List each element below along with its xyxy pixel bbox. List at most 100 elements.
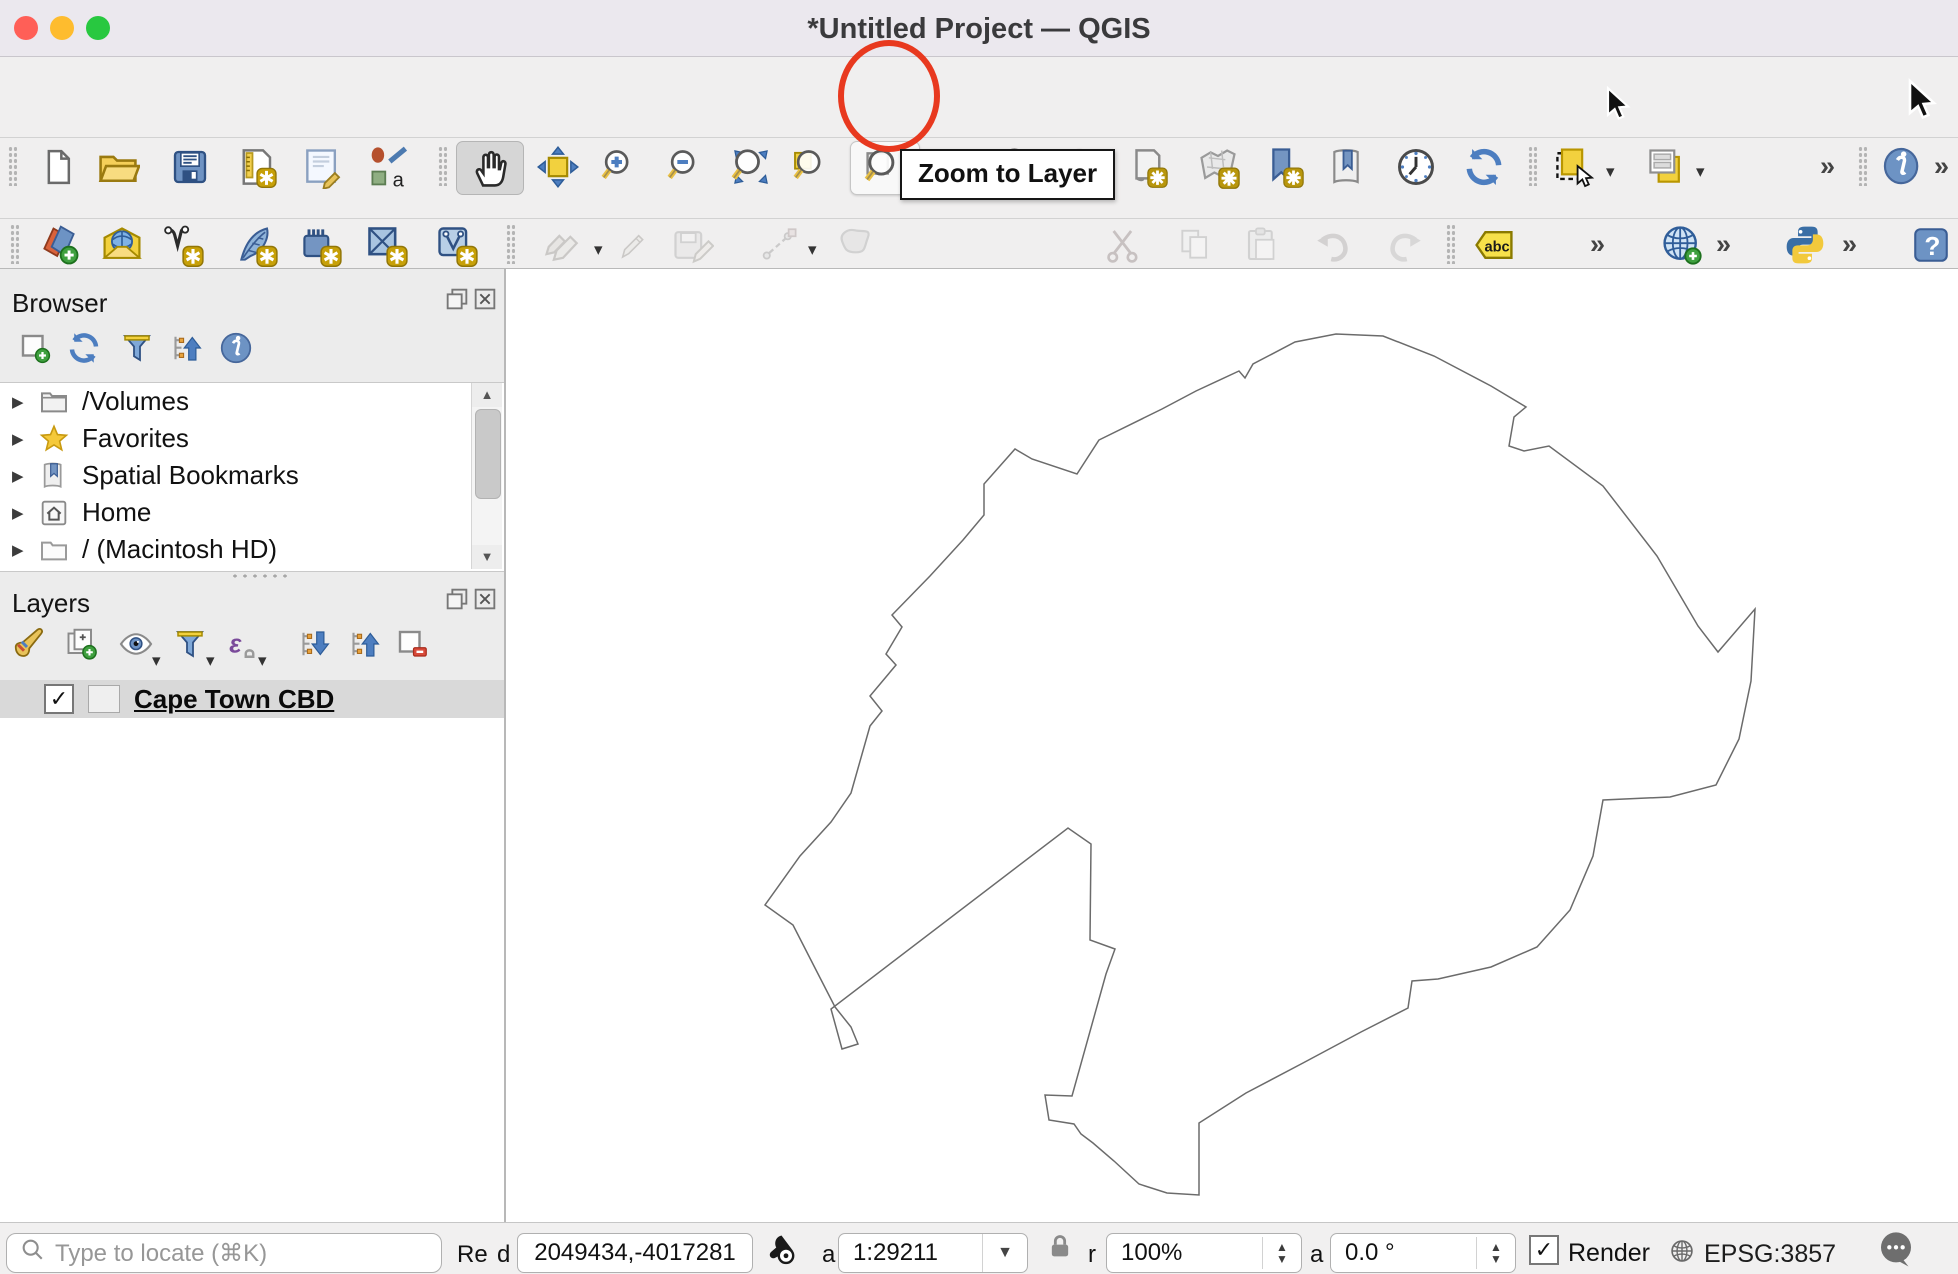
- dropdown-arrow-icon[interactable]: ▾: [1696, 163, 1705, 180]
- identify-features-button[interactable]: [1876, 141, 1928, 193]
- dropdown-arrow-icon[interactable]: ▾: [206, 652, 215, 669]
- coordinate-input[interactable]: 2049434,-4017281: [517, 1233, 753, 1273]
- messages-bubble-icon[interactable]: [1876, 1229, 1916, 1274]
- scroll-down-arrow[interactable]: ▼: [472, 545, 502, 569]
- toolbar-grip[interactable]: [8, 146, 17, 186]
- python-console-button[interactable]: [1778, 219, 1832, 271]
- show-layout-manager-button[interactable]: [298, 141, 346, 193]
- collapse-all-layers-button[interactable]: [342, 622, 386, 666]
- move-feature-button[interactable]: [830, 219, 880, 271]
- render-checkbox[interactable]: ✓: [1529, 1235, 1559, 1265]
- open-layer-styling-button[interactable]: [8, 622, 52, 666]
- data-source-manager-button[interactable]: [32, 219, 86, 271]
- select-features-button[interactable]: [1546, 141, 1600, 193]
- dropdown-arrow-icon[interactable]: ▾: [152, 652, 161, 669]
- dropdown-arrow-icon[interactable]: ▾: [1606, 163, 1615, 180]
- add-spatialite-layer-button[interactable]: [232, 219, 280, 271]
- remove-layer-button[interactable]: [390, 622, 434, 666]
- add-geopackage-layer-button[interactable]: [96, 219, 148, 271]
- new-print-layout-button[interactable]: [233, 141, 279, 193]
- browser-item-favorites[interactable]: ▶Favorites: [0, 420, 504, 457]
- add-postgis-layer-button[interactable]: [296, 219, 344, 271]
- zoom-full-extent-button[interactable]: [728, 141, 774, 193]
- redo-button[interactable]: [1382, 219, 1428, 271]
- new-spatial-bookmark-button[interactable]: [1260, 141, 1306, 193]
- expander-icon[interactable]: ▶: [12, 393, 28, 411]
- current-edits-button[interactable]: [538, 219, 588, 271]
- show-spatial-bookmarks-button[interactable]: [1324, 141, 1368, 193]
- temporal-controller-button[interactable]: [1392, 141, 1440, 193]
- help-button[interactable]: ?: [1908, 219, 1954, 271]
- dropdown-arrow-icon[interactable]: ▾: [258, 652, 267, 669]
- layer-labeling-options-button[interactable]: abc: [1470, 219, 1518, 271]
- add-group-button[interactable]: [60, 622, 104, 666]
- collapse-all-button[interactable]: [164, 326, 208, 370]
- browser-float-button[interactable]: [444, 288, 470, 314]
- web-services-button[interactable]: [1656, 219, 1708, 271]
- zoom-window-button[interactable]: [86, 16, 110, 40]
- filter-browser-button[interactable]: [115, 326, 159, 370]
- toolbar-overflow-chevron[interactable]: »: [1934, 151, 1949, 182]
- expander-icon[interactable]: ▶: [12, 430, 28, 448]
- open-project-button[interactable]: [94, 141, 142, 193]
- browser-properties-button[interactable]: [214, 326, 258, 370]
- crs-button[interactable]: EPSG:3857: [1668, 1237, 1836, 1272]
- map-canvas[interactable]: [506, 269, 1958, 1222]
- layers-float-button[interactable]: [444, 588, 470, 614]
- add-vector-layer-button[interactable]: [158, 219, 206, 271]
- select-features-by-value-button[interactable]: [1642, 141, 1690, 193]
- browser-close-button[interactable]: [472, 288, 498, 314]
- toolbar-grip[interactable]: [1446, 224, 1455, 264]
- toolbar-overflow-chevron[interactable]: »: [1716, 229, 1731, 260]
- toolbar-overflow-chevron[interactable]: »: [1842, 229, 1857, 260]
- rotation-spinbox[interactable]: 0.0 ° ▲▼: [1330, 1233, 1516, 1273]
- dropdown-arrow-icon[interactable]: ▾: [594, 241, 603, 258]
- refresh-browser-button[interactable]: [62, 326, 106, 370]
- dropdown-arrow-icon[interactable]: ▾: [808, 241, 817, 258]
- minimize-window-button[interactable]: [50, 16, 74, 40]
- lock-scale-icon[interactable]: [1046, 1233, 1074, 1266]
- magnifier-spinbox[interactable]: 100% ▲▼: [1106, 1233, 1302, 1273]
- zoom-out-button[interactable]: [664, 141, 708, 193]
- toolbar-grip[interactable]: [506, 224, 515, 264]
- pan-to-selection-button[interactable]: [534, 141, 582, 193]
- scale-combobox[interactable]: 1:29211 ▼: [838, 1233, 1028, 1273]
- browser-item-home[interactable]: ▶Home: [0, 494, 504, 531]
- browser-scrollbar[interactable]: ▲ ▼: [471, 383, 502, 569]
- paste-features-button[interactable]: [1240, 219, 1286, 271]
- toolbar-overflow-chevron[interactable]: »: [1820, 151, 1835, 182]
- copy-features-button[interactable]: [1174, 219, 1216, 271]
- scroll-up-arrow[interactable]: ▲: [472, 383, 502, 407]
- toggle-editing-button[interactable]: [614, 219, 650, 271]
- layer-row-cape-town-cbd[interactable]: ✓ Cape Town CBD: [0, 680, 504, 718]
- layer-name-label[interactable]: Cape Town CBD: [134, 684, 334, 715]
- style-manager-button[interactable]: a: [363, 141, 413, 193]
- expand-all-button[interactable]: [292, 622, 336, 666]
- digitize-with-segment-button[interactable]: [756, 219, 802, 271]
- magnifier-spin-buttons[interactable]: ▲▼: [1262, 1237, 1295, 1269]
- layer-visibility-checkbox[interactable]: ✓: [44, 684, 74, 714]
- add-raster-layer-button[interactable]: [362, 219, 410, 271]
- close-window-button[interactable]: [14, 16, 38, 40]
- new-3d-map-view-button[interactable]: [1194, 141, 1242, 193]
- browser-item--macintosh-hd-[interactable]: ▶/ (Macintosh HD): [0, 531, 504, 568]
- expander-icon[interactable]: ▶: [12, 541, 28, 559]
- toolbar-grip[interactable]: [1858, 146, 1867, 186]
- toolbar-overflow-chevron[interactable]: »: [1590, 229, 1605, 260]
- expander-icon[interactable]: ▶: [12, 504, 28, 522]
- toolbar-grip[interactable]: [438, 146, 447, 186]
- undo-button[interactable]: [1310, 219, 1356, 271]
- add-selected-layers-button[interactable]: [13, 326, 57, 370]
- new-map-view-button[interactable]: [1124, 141, 1170, 193]
- panel-splitter-handle[interactable]: [230, 572, 290, 580]
- toolbar-grip[interactable]: [10, 224, 19, 264]
- locator-search-input[interactable]: Type to locate (⌘K): [6, 1233, 442, 1273]
- zoom-in-button[interactable]: [598, 141, 642, 193]
- browser-item-spatial-bookmarks[interactable]: ▶Spatial Bookmarks: [0, 457, 504, 494]
- rotation-spin-buttons[interactable]: ▲▼: [1476, 1237, 1509, 1269]
- expander-icon[interactable]: ▶: [12, 467, 28, 485]
- pan-map-button[interactable]: [456, 141, 524, 195]
- save-project-button[interactable]: [168, 141, 212, 193]
- cut-features-button[interactable]: [1102, 219, 1148, 271]
- zoom-to-selection-button[interactable]: [790, 141, 834, 193]
